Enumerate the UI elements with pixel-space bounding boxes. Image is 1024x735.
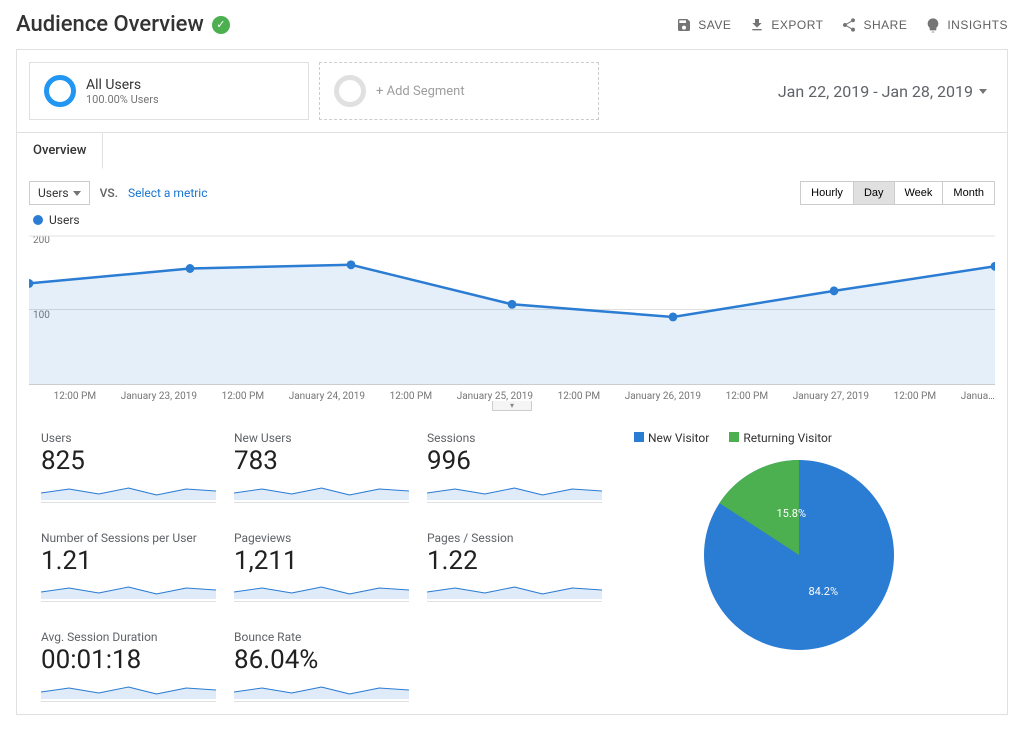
- line-chart-svg: [29, 235, 995, 384]
- sparkline: [234, 579, 409, 599]
- x-tick: 12:00 PM: [558, 391, 600, 402]
- metric-label: Sessions: [427, 431, 602, 445]
- pie-section: New Visitor Returning Visitor 15.8% 84.2…: [614, 431, 983, 702]
- x-tick: January 24, 2019: [289, 391, 365, 402]
- metric-label: Pageviews: [234, 531, 409, 545]
- segments-row: All Users 100.00% Users + Add Segment Ja…: [16, 49, 1008, 132]
- metric-value: 1.22: [427, 547, 602, 576]
- segment-subtitle: 100.00% Users: [86, 93, 159, 106]
- pie-svg: [699, 455, 899, 655]
- chevron-down-icon: [73, 191, 81, 196]
- x-tick: 12:00 PM: [390, 391, 432, 402]
- save-icon: [676, 17, 692, 33]
- gran-month[interactable]: Month: [942, 181, 995, 205]
- metric-value: 86.04%: [234, 646, 409, 675]
- sparkline: [427, 480, 602, 500]
- metric-label: Users: [41, 431, 216, 445]
- gran-week[interactable]: Week: [894, 181, 944, 205]
- metric-value: 00:01:18: [41, 646, 216, 675]
- sparkline: [427, 579, 602, 599]
- select-metric-link[interactable]: Select a metric: [128, 186, 208, 200]
- metric-label: Bounce Rate: [234, 630, 409, 644]
- page-header: Audience Overview ✓ SAVE EXPORT SHARE IN…: [0, 0, 1024, 49]
- gran-hourly[interactable]: Hourly: [800, 181, 854, 205]
- metrics-grid: Users 825 New Users 783 Sessions 996 Number of…: [41, 431, 602, 702]
- chart-legend: Users: [33, 213, 995, 227]
- segment-all-users[interactable]: All Users 100.00% Users: [29, 62, 309, 120]
- metric-label: Number of Sessions per User: [41, 531, 216, 545]
- tabs: Overview: [16, 132, 1008, 169]
- metric-card[interactable]: Sessions 996: [427, 431, 602, 503]
- segment-ring-icon: [44, 75, 76, 107]
- metric-value: 783: [234, 447, 409, 476]
- export-button[interactable]: EXPORT: [749, 17, 823, 33]
- x-tick: 12:00 PM: [894, 391, 936, 402]
- metric-value: 996: [427, 447, 602, 476]
- sparkline: [41, 679, 216, 699]
- metric-card[interactable]: Number of Sessions per User 1.21: [41, 531, 216, 603]
- metric-value: 1.21: [41, 547, 216, 576]
- x-tick: 12:00 PM: [222, 391, 264, 402]
- legend-returning-visitor: Returning Visitor: [729, 431, 832, 445]
- empty-ring-icon: [334, 75, 366, 107]
- pie-chart[interactable]: 15.8% 84.2%: [699, 455, 899, 655]
- pie-label-new: 84.2%: [809, 585, 839, 598]
- insights-button[interactable]: INSIGHTS: [925, 17, 1008, 33]
- page-title: Audience Overview: [16, 12, 204, 37]
- gran-day[interactable]: Day: [853, 181, 895, 205]
- legend-dot-icon: [33, 215, 43, 225]
- x-tick: January 23, 2019: [121, 391, 197, 402]
- header-actions: SAVE EXPORT SHARE INSIGHTS: [676, 17, 1008, 33]
- export-icon: [749, 17, 765, 33]
- legend-new-visitor: New Visitor: [634, 431, 709, 445]
- share-button[interactable]: SHARE: [841, 17, 907, 33]
- metric-card[interactable]: Pageviews 1,211: [234, 531, 409, 603]
- date-range-picker[interactable]: Jan 22, 2019 - Jan 28, 2019: [778, 82, 995, 101]
- x-tick: 12:00 PM: [726, 391, 768, 402]
- x-tick: 12:00 PM: [54, 391, 96, 402]
- metric-card[interactable]: New Users 783: [234, 431, 409, 503]
- x-axis: 12:00 PM January 23, 2019 12:00 PM January …: [29, 385, 995, 402]
- vs-label: VS.: [100, 186, 118, 200]
- granularity-group: Hourly Day Week Month: [801, 181, 995, 205]
- metric-card[interactable]: Pages / Session 1.22: [427, 531, 602, 603]
- metric-label: Pages / Session: [427, 531, 602, 545]
- metric-label: New Users: [234, 431, 409, 445]
- sparkline: [41, 579, 216, 599]
- metric-value: 825: [41, 447, 216, 476]
- x-tick: Janua…: [961, 391, 995, 402]
- save-button[interactable]: SAVE: [676, 17, 731, 33]
- metric-card[interactable]: Bounce Rate 86.04%: [234, 630, 409, 702]
- line-chart[interactable]: 200 100: [29, 235, 995, 385]
- insights-icon: [925, 17, 941, 33]
- sparkline: [41, 480, 216, 500]
- pie-label-returning: 15.8%: [777, 507, 807, 520]
- chart-panel: Users VS. Select a metric Hourly Day Wee…: [16, 169, 1008, 715]
- x-tick: January 27, 2019: [793, 391, 869, 402]
- add-segment-button[interactable]: + Add Segment: [319, 62, 599, 120]
- segment-title: All Users: [86, 77, 159, 93]
- expand-handle[interactable]: ▾: [492, 401, 532, 411]
- chevron-down-icon: [979, 89, 987, 94]
- x-tick: January 26, 2019: [625, 391, 701, 402]
- sparkline: [234, 679, 409, 699]
- metric-card[interactable]: Users 825: [41, 431, 216, 503]
- metric-label: Avg. Session Duration: [41, 630, 216, 644]
- sparkline: [234, 480, 409, 500]
- share-icon: [841, 17, 857, 33]
- tab-overview[interactable]: Overview: [17, 133, 103, 169]
- verified-badge-icon: ✓: [212, 16, 230, 34]
- metric-card[interactable]: Avg. Session Duration 00:01:18: [41, 630, 216, 702]
- metric-value: 1,211: [234, 547, 409, 576]
- metric-selector[interactable]: Users: [29, 181, 90, 205]
